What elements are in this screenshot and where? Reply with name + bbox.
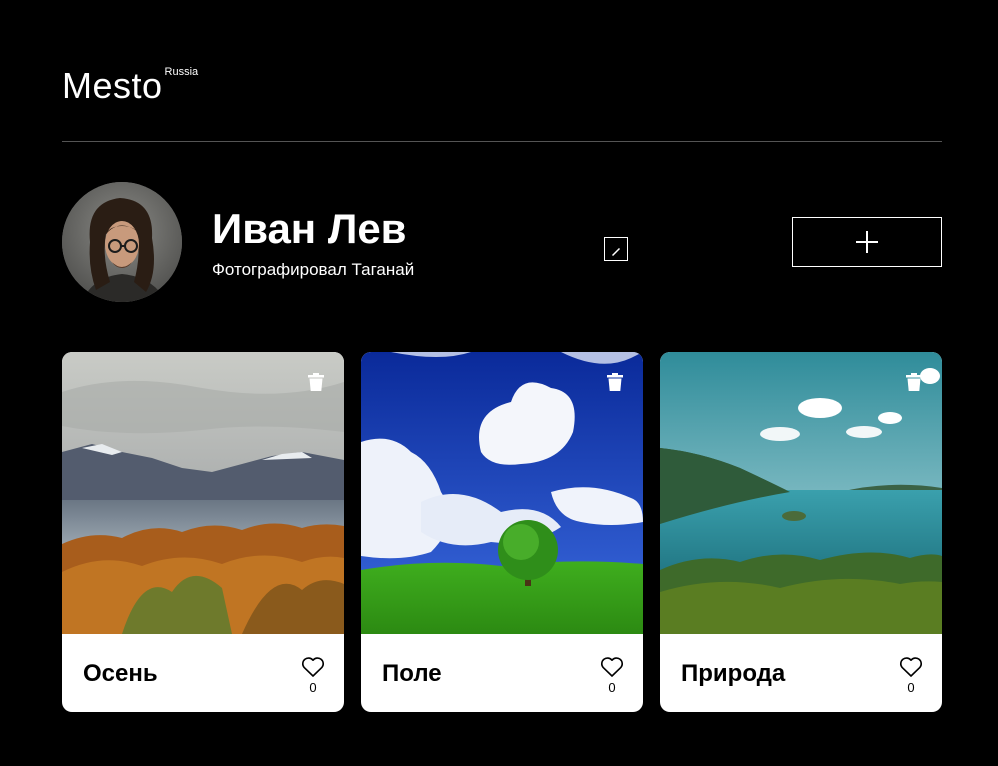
like-group: 0	[898, 656, 924, 695]
card-image-autumn[interactable]	[62, 352, 344, 634]
autumn-lake-photo	[62, 352, 344, 634]
profile-name: Иван Лев	[212, 205, 407, 252]
card-footer: Поле 0	[361, 634, 643, 712]
card-footer: Осень 0	[62, 634, 344, 712]
heart-icon	[301, 657, 325, 677]
logo: Mesto Russia	[62, 64, 198, 108]
turquoise-lake-photo	[660, 352, 942, 634]
card-footer: Природа 0	[660, 634, 942, 712]
like-button[interactable]	[600, 656, 624, 678]
page: Mesto Russia Иван Лев Фотографировал Таг…	[62, 0, 942, 712]
avatar[interactable]	[62, 182, 182, 302]
like-count: 0	[608, 680, 616, 695]
like-button[interactable]	[301, 656, 325, 678]
like-button[interactable]	[899, 656, 923, 678]
like-group: 0	[599, 656, 625, 695]
green-field-photo	[361, 352, 643, 634]
avatar-portrait	[62, 182, 182, 302]
delete-card-button[interactable]	[904, 372, 924, 392]
heart-icon	[899, 657, 923, 677]
profile-about: Фотографировал Таганай	[212, 260, 415, 279]
heart-icon	[600, 657, 624, 677]
like-count: 0	[907, 680, 915, 695]
card: Осень 0	[62, 352, 344, 712]
trash-icon	[308, 373, 324, 391]
trash-icon	[906, 373, 922, 391]
card-title: Природа	[681, 660, 786, 687]
edit-profile-button[interactable]	[604, 237, 628, 261]
header: Mesto Russia	[62, 0, 942, 142]
like-count: 0	[309, 680, 317, 695]
delete-card-button[interactable]	[605, 372, 625, 392]
cards-grid: Осень 0 Поле 0 Природа 0	[62, 352, 942, 712]
logo-text: Mesto	[62, 65, 163, 106]
profile: Иван Лев Фотографировал Таганай	[62, 182, 942, 302]
card-image-field[interactable]	[361, 352, 643, 634]
card: Природа 0	[660, 352, 942, 712]
plus-icon	[856, 231, 878, 253]
card-image-nature[interactable]	[660, 352, 942, 634]
pencil-icon	[611, 247, 621, 256]
profile-info: Иван Лев Фотографировал Таганай	[212, 204, 632, 281]
logo-superscript: Russia	[164, 66, 199, 78]
trash-icon	[607, 373, 623, 391]
card: Поле 0	[361, 352, 643, 712]
like-group: 0	[300, 656, 326, 695]
card-title: Осень	[83, 660, 158, 687]
delete-card-button[interactable]	[306, 372, 326, 392]
add-card-button[interactable]	[792, 217, 942, 267]
card-title: Поле	[382, 660, 442, 687]
